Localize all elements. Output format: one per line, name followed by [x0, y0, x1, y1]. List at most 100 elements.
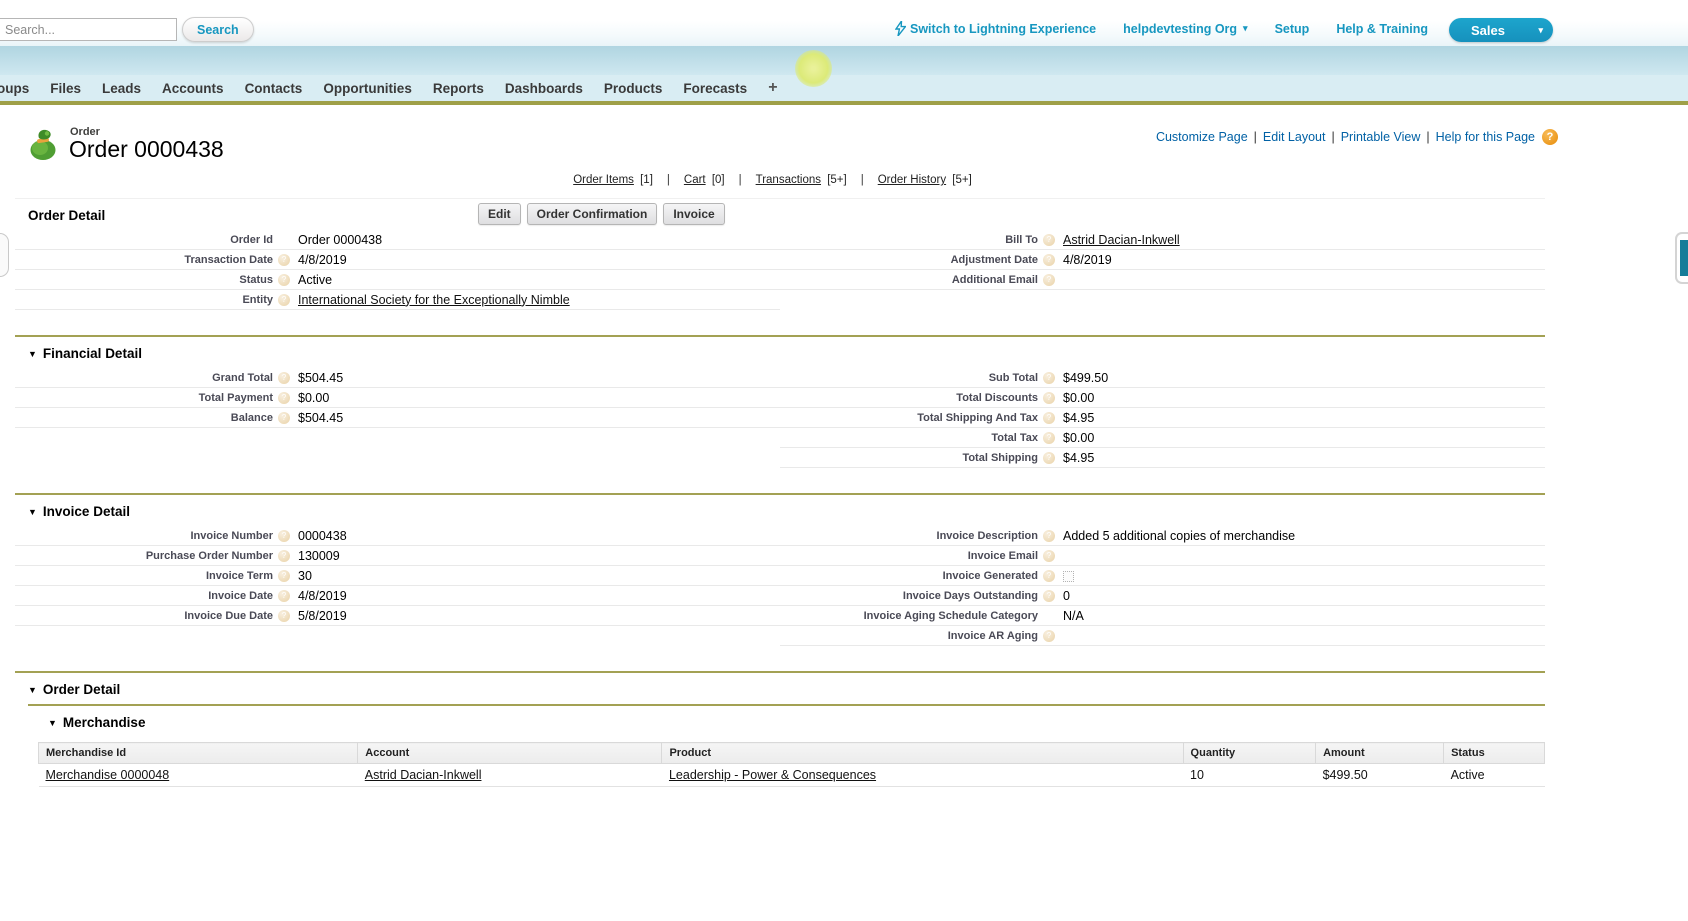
- field-label: Invoice Days Outstanding: [780, 590, 1038, 602]
- field-help-icon[interactable]: ?: [1043, 570, 1055, 582]
- field-label: Transaction Date: [15, 254, 273, 266]
- header-link-edit-layout[interactable]: Edit Layout: [1263, 130, 1326, 144]
- field-help-icon[interactable]: ?: [278, 294, 290, 306]
- cell-link[interactable]: Leadership - Power & Consequences: [669, 768, 876, 782]
- field-help-icon[interactable]: ?: [278, 392, 290, 404]
- app-menu-button[interactable]: Sales ▾: [1449, 18, 1553, 42]
- table-header-row: Merchandise IdAccountProductQuantityAmou…: [39, 743, 1545, 764]
- help-icon[interactable]: ?: [1542, 129, 1558, 145]
- header-link-printable-view[interactable]: Printable View: [1341, 130, 1421, 144]
- separator: |: [667, 174, 670, 186]
- setup-link[interactable]: Setup: [1275, 22, 1310, 36]
- collapse-icon[interactable]: ▼: [28, 349, 37, 359]
- tab-oups[interactable]: oups: [0, 81, 29, 96]
- edit-button[interactable]: Edit: [478, 203, 521, 225]
- field-help-icon[interactable]: ?: [278, 412, 290, 424]
- field-label: Entity: [15, 294, 273, 306]
- tab-reports[interactable]: Reports: [433, 81, 484, 96]
- field-help-icon[interactable]: ?: [1043, 530, 1055, 542]
- cell-link[interactable]: Astrid Dacian-Inkwell: [365, 768, 482, 782]
- field-help-icon[interactable]: ?: [1043, 550, 1055, 562]
- field-help-icon[interactable]: ?: [1043, 254, 1055, 266]
- tab-add[interactable]: +: [768, 79, 777, 97]
- field-help-icon[interactable]: ?: [1043, 234, 1055, 246]
- field-label: Adjustment Date: [780, 254, 1038, 266]
- related-link-order-items[interactable]: Order Items: [573, 174, 634, 186]
- related-link-order-history[interactable]: Order History: [878, 174, 946, 186]
- invoice-button[interactable]: Invoice: [663, 203, 724, 225]
- checkbox-unchecked[interactable]: [1063, 571, 1074, 582]
- tab-bar: oups Files Leads Accounts Contacts Opportunit…: [0, 75, 1688, 105]
- sidebar-collapse-handle-left[interactable]: [0, 233, 9, 277]
- tab-dashboards[interactable]: Dashboards: [505, 81, 583, 96]
- related-link-transactions[interactable]: Transactions: [756, 174, 821, 186]
- field-value-link[interactable]: Astrid Dacian-Inkwell: [1063, 233, 1180, 247]
- org-menu[interactable]: helpdevtesting Org ▾: [1123, 22, 1247, 36]
- app-menu-label: Sales: [1471, 23, 1505, 38]
- field-row-adjustment-date: Adjustment Date? 4/8/2019: [780, 250, 1545, 270]
- field-help-icon[interactable]: ?: [278, 590, 290, 602]
- related-link-cart[interactable]: Cart: [684, 174, 706, 186]
- tab-opportunities[interactable]: Opportunities: [323, 81, 412, 96]
- field-value: $504.45: [298, 411, 343, 425]
- tab-products[interactable]: Products: [604, 81, 663, 96]
- header-link-help-for-this-page[interactable]: Help for this Page: [1436, 130, 1535, 144]
- field-row-invoice-days-outstanding: Invoice Days Outstanding?0: [780, 586, 1545, 606]
- collapse-icon[interactable]: ▼: [28, 685, 37, 695]
- column-header-amount: Amount: [1316, 743, 1444, 764]
- subsection-header-merchandise: ▼Merchandise: [28, 706, 1545, 737]
- page-title: Order 0000438: [69, 136, 224, 163]
- tab-contacts[interactable]: Contacts: [245, 81, 303, 96]
- field-help-icon[interactable]: ?: [278, 274, 290, 286]
- field-row-sub-total: Sub Total?$499.50: [780, 368, 1545, 388]
- field-row-status: Status?Active: [15, 270, 780, 290]
- field-help-icon[interactable]: ?: [278, 372, 290, 384]
- switch-to-lightning-link[interactable]: Switch to Lightning Experience: [895, 21, 1096, 36]
- field-help-icon[interactable]: ?: [278, 530, 290, 542]
- field-help-icon[interactable]: ?: [1043, 452, 1055, 464]
- page-header: Order Order 0000438 Customize Page|Edit …: [0, 105, 1688, 169]
- header-link-customize-page[interactable]: Customize Page: [1156, 130, 1248, 144]
- field-help-icon[interactable]: ?: [278, 610, 290, 622]
- field-value: [1063, 569, 1074, 583]
- field-help-icon[interactable]: ?: [278, 550, 290, 562]
- tab-leads[interactable]: Leads: [102, 81, 141, 96]
- field-value-link[interactable]: International Society for the Exceptiona…: [298, 293, 570, 307]
- field-row-invoice-number: Invoice Number?0000438: [15, 526, 780, 546]
- field-help-icon[interactable]: ?: [1043, 432, 1055, 444]
- tab-accounts[interactable]: Accounts: [162, 81, 224, 96]
- field-value: $504.45: [298, 371, 343, 385]
- sidebar-collapse-handle-right[interactable]: [1675, 232, 1688, 284]
- field-value: $0.00: [1063, 391, 1094, 405]
- search-input[interactable]: [0, 18, 177, 41]
- field-row-order-id: Order Id?Order 0000438: [15, 230, 780, 250]
- field-help-icon[interactable]: ?: [1043, 274, 1055, 286]
- field-value: 4/8/2019: [1063, 253, 1112, 267]
- collapse-icon[interactable]: ▼: [48, 718, 57, 728]
- field-row-purchase-order-number: Purchase Order Number?130009: [15, 546, 780, 566]
- field-help-icon[interactable]: ?: [1043, 590, 1055, 602]
- search-button[interactable]: Search: [182, 17, 254, 42]
- top-links: Switch to Lightning Experience helpdevte…: [868, 21, 1428, 36]
- field-label: Invoice Term: [15, 570, 273, 582]
- cell-link[interactable]: Merchandise 0000048: [46, 768, 170, 782]
- order-confirmation-button[interactable]: Order Confirmation: [527, 203, 658, 225]
- field-help-icon[interactable]: ?: [1043, 630, 1055, 642]
- field-help-icon[interactable]: ?: [1043, 412, 1055, 424]
- field-value: Active: [298, 273, 332, 287]
- tab-forecasts[interactable]: Forecasts: [683, 81, 747, 96]
- field-help-icon[interactable]: ?: [1043, 392, 1055, 404]
- field-row-total-shipping: Total Shipping?$4.95: [780, 448, 1545, 468]
- field-row-invoice-ar-aging: Invoice AR Aging?: [780, 626, 1545, 646]
- field-help-icon[interactable]: ?: [1043, 372, 1055, 384]
- header-links: Customize Page|Edit Layout|Printable Vie…: [1156, 129, 1558, 145]
- field-help-icon[interactable]: ?: [278, 570, 290, 582]
- column-header-quantity: Quantity: [1183, 743, 1316, 764]
- cell-amount: $499.50: [1316, 764, 1444, 787]
- section-title: Invoice Detail: [43, 504, 130, 519]
- collapse-icon[interactable]: ▼: [28, 507, 37, 517]
- field-help-icon[interactable]: ?: [278, 254, 290, 266]
- tab-files[interactable]: Files: [50, 81, 81, 96]
- help-training-link[interactable]: Help & Training: [1336, 22, 1428, 36]
- cell-account: Astrid Dacian-Inkwell: [358, 764, 662, 787]
